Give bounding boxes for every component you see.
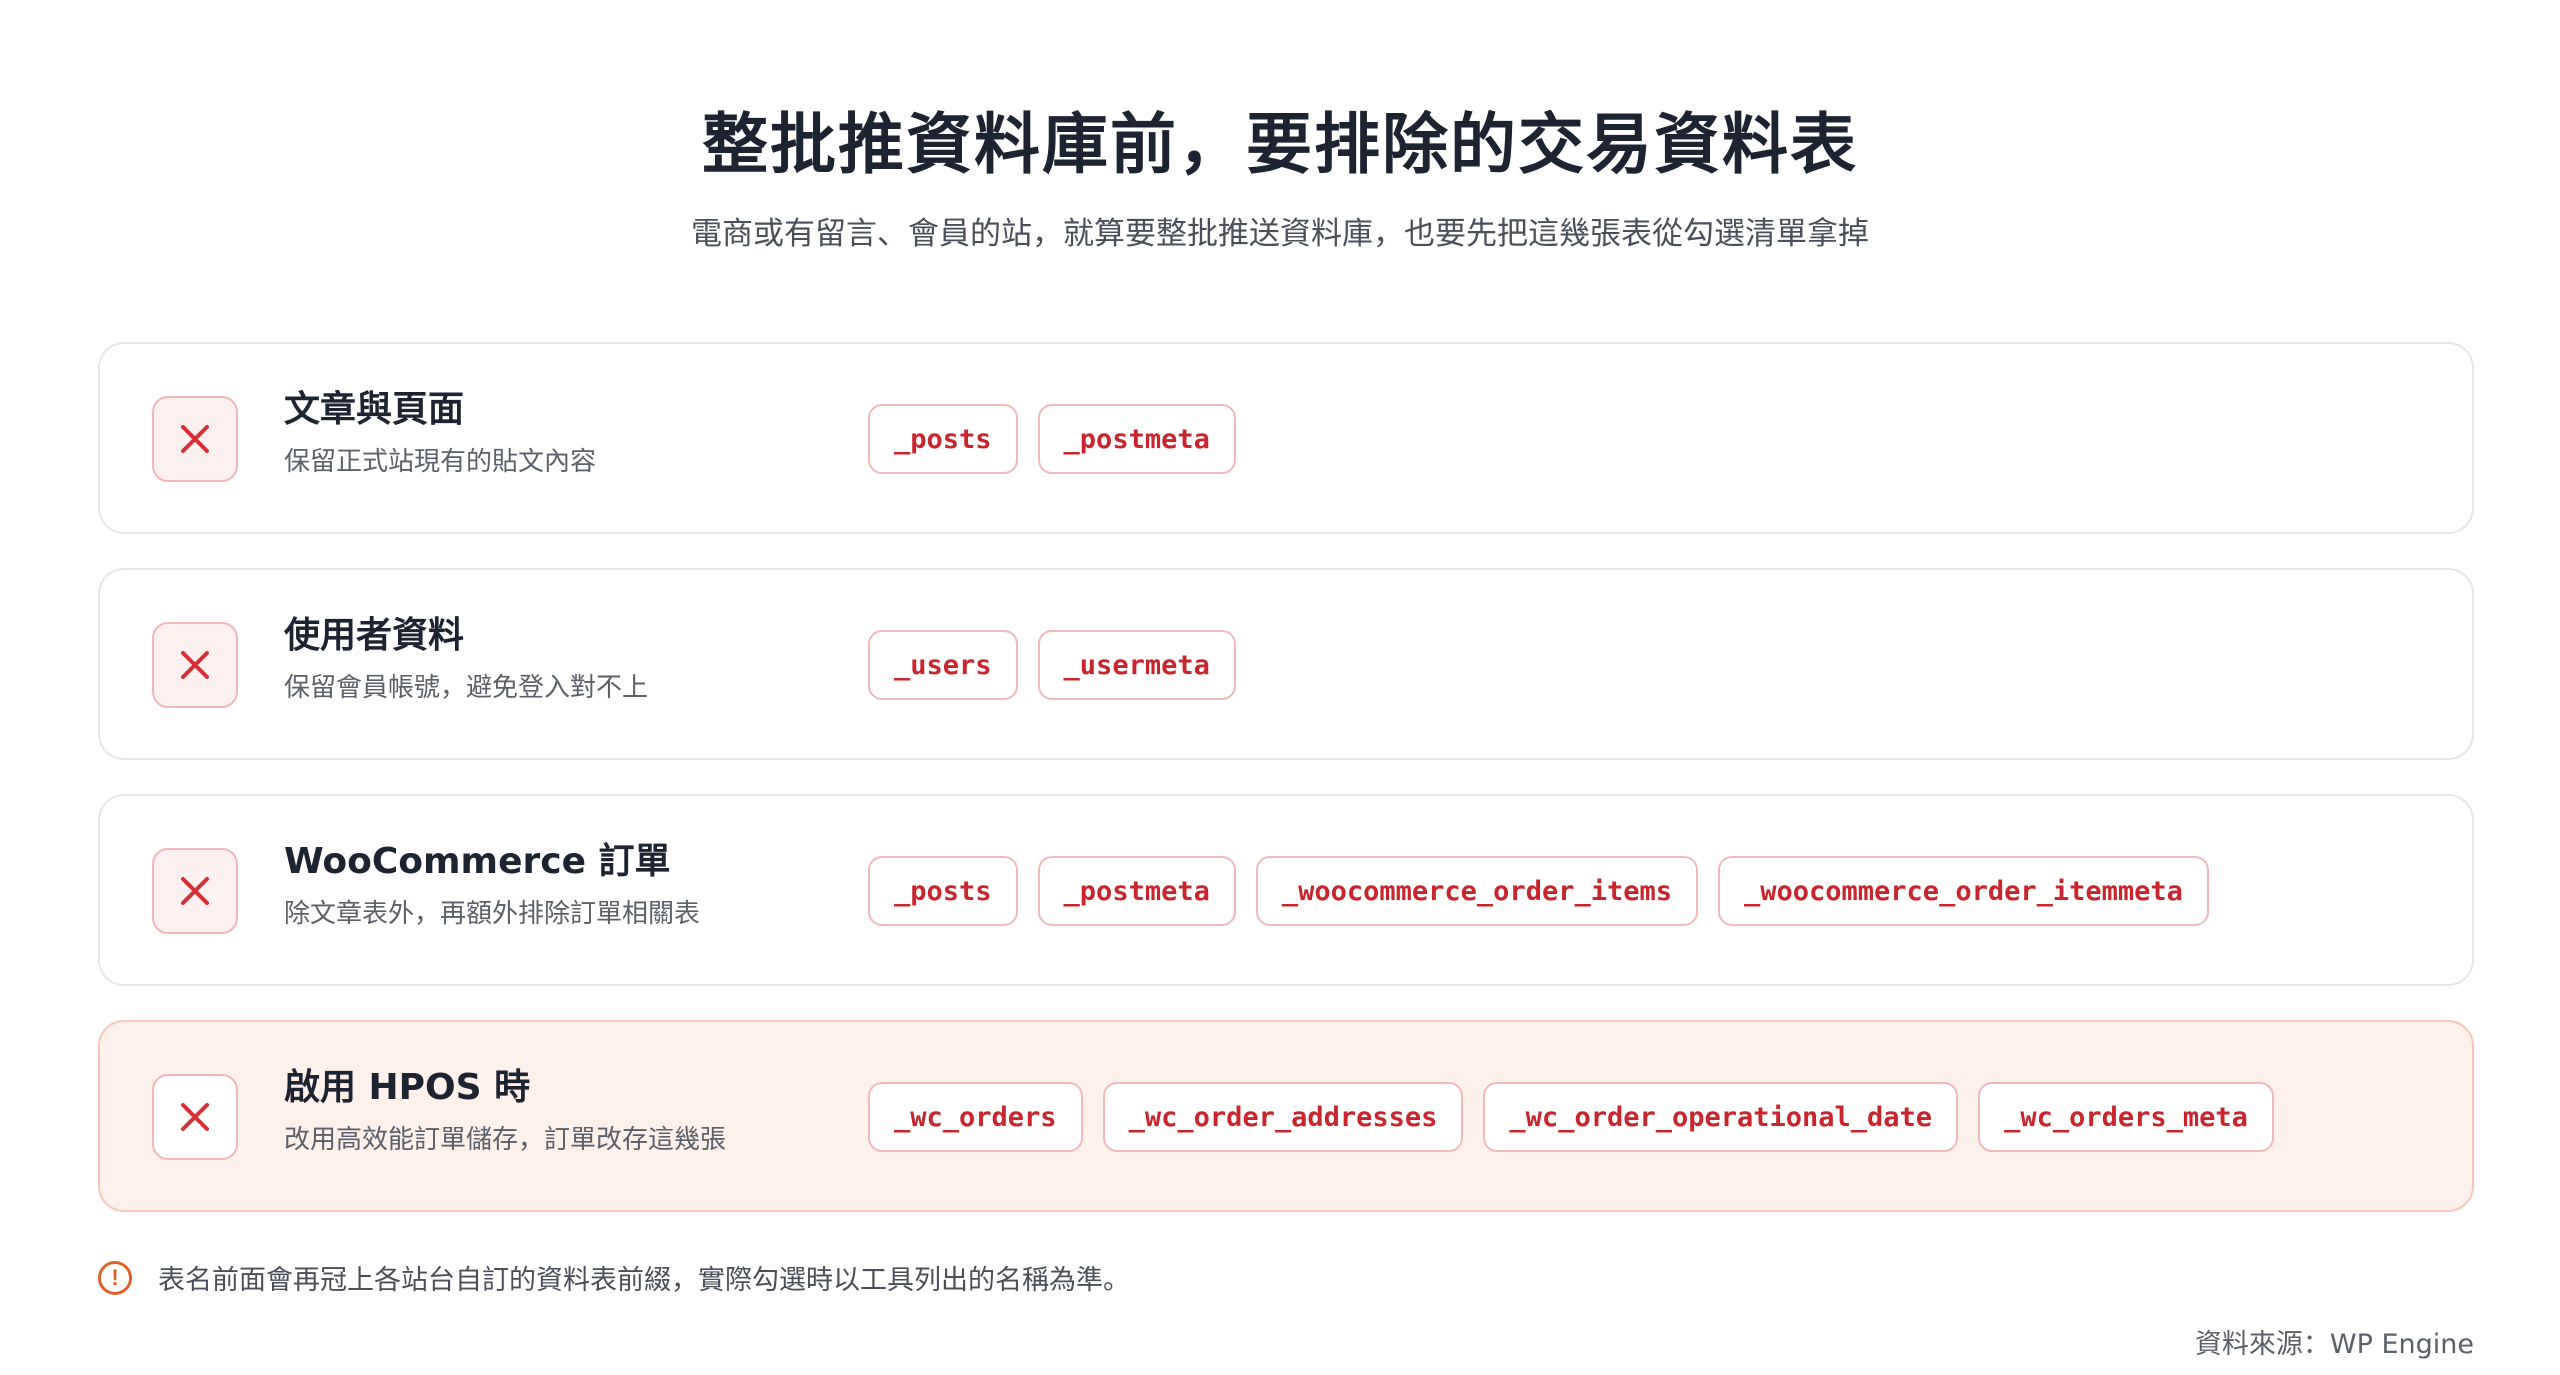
- close-icon: [152, 396, 238, 482]
- footnote: ! 表名前面會再冠上各站台自訂的資料表前綴，實際勾選時以工具列出的名稱為準。: [98, 1258, 1130, 1297]
- exclusion-card-woocommerce: WooCommerce 訂單 除文章表外，再額外排除訂單相關表 _posts _…: [98, 794, 2474, 986]
- table-tag: _usermeta: [1037, 630, 1236, 700]
- card-title: WooCommerce 訂單: [284, 841, 671, 882]
- card-title: 使用者資料: [284, 615, 465, 656]
- card-title: 文章與頁面: [284, 389, 465, 430]
- page-subtitle: 電商或有留言、會員的站，就算要整批推送資料庫，也要先把這幾張表從勾選清單拿掉: [691, 216, 1869, 252]
- table-tag: _wc_orders: [868, 1082, 1083, 1152]
- exclusion-card-hpos: 啟用 HPOS 時 改用高效能訂單儲存，訂單改存這幾張 _wc_orders _…: [98, 1020, 2474, 1212]
- card-title: 啟用 HPOS 時: [284, 1067, 531, 1108]
- card-description: 除文章表外，再額外排除訂單相關表: [284, 899, 701, 929]
- close-icon: [152, 1074, 238, 1160]
- close-icon: [152, 622, 238, 708]
- table-tag-list: _posts _postmeta _woocommerce_order_item…: [868, 856, 2209, 926]
- close-icon: [152, 848, 238, 934]
- table-tag: _woocommerce_order_items: [1255, 856, 1698, 926]
- card-description: 改用高效能訂單儲存，訂單改存這幾張: [284, 1125, 727, 1155]
- table-tag: _woocommerce_order_itemmeta: [1718, 856, 2209, 926]
- footnote-text: 表名前面會再冠上各站台自訂的資料表前綴，實際勾選時以工具列出的名稱為準。: [158, 1265, 1130, 1296]
- table-tag-list: _users _usermeta: [868, 630, 1236, 700]
- table-tag-list: _posts _postmeta: [868, 404, 1236, 474]
- table-tag: _posts: [868, 404, 1018, 474]
- table-tag: _posts: [868, 856, 1018, 926]
- table-tag: _wc_order_addresses: [1102, 1082, 1464, 1152]
- source-credit: 資料來源：WP Engine: [2194, 1329, 2474, 1360]
- table-tag: _postmeta: [1037, 404, 1236, 474]
- exclusion-card-users: 使用者資料 保留會員帳號，避免登入對不上 _users _usermeta: [98, 568, 2474, 760]
- page-title: 整批推資料庫前，要排除的交易資料表: [702, 106, 1858, 183]
- card-description: 保留正式站現有的貼文內容: [284, 447, 597, 477]
- table-tag: _wc_orders_meta: [1978, 1082, 2274, 1152]
- exclusion-card-list: 文章與頁面 保留正式站現有的貼文內容 _posts _postmeta 使用者資…: [98, 342, 2474, 1246]
- alert-circle-icon: !: [98, 1260, 132, 1295]
- table-tag: _wc_order_operational_date: [1483, 1082, 1959, 1152]
- exclusion-card-posts: 文章與頁面 保留正式站現有的貼文內容 _posts _postmeta: [98, 342, 2474, 534]
- table-tag: _postmeta: [1037, 856, 1236, 926]
- table-tag-list: _wc_orders _wc_order_addresses _wc_order…: [868, 1082, 2274, 1152]
- card-description: 保留會員帳號，避免登入對不上: [284, 673, 649, 703]
- table-tag: _users: [868, 630, 1018, 700]
